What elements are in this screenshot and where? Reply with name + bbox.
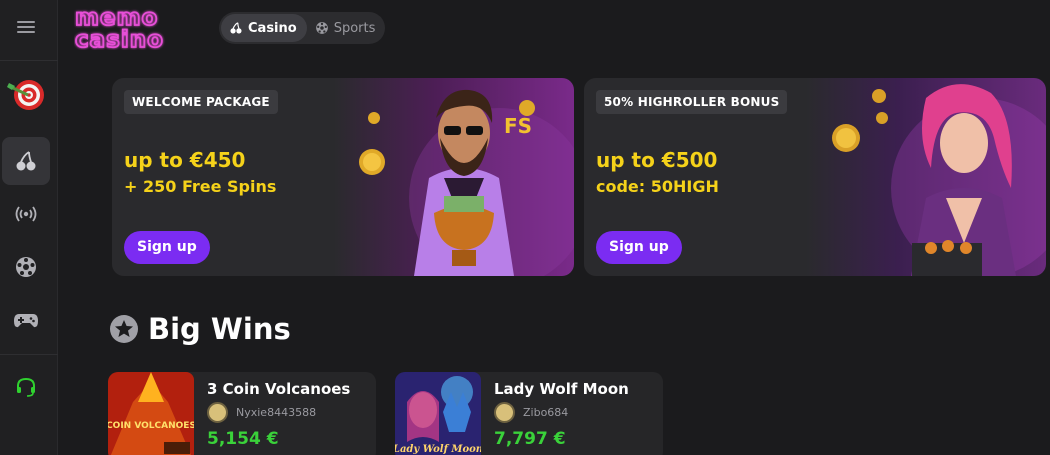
soccer-ball-icon <box>16 257 36 277</box>
promo-headline: up to €450 <box>124 148 246 172</box>
big-wins-title: Big Wins <box>148 312 291 346</box>
app-root: memo casino Casino Sports FS WELCOME PAC… <box>0 0 1050 455</box>
sidebar-item-games[interactable] <box>2 296 50 344</box>
tab-sports[interactable]: Sports <box>307 14 386 42</box>
winner-info: Nyxie8443588 <box>207 402 316 423</box>
game-thumb-text: Lady Wolf Moon <box>395 444 481 455</box>
winner-username: Zibo684 <box>523 406 569 419</box>
winner-info: Zibo684 <box>494 402 568 423</box>
winner-username: Nyxie8443588 <box>236 406 317 419</box>
top-nav-switch: Casino Sports <box>219 12 385 44</box>
game-thumbnail: COIN VOLCANOES <box>108 372 194 455</box>
avatar <box>494 402 515 423</box>
promo-headline: up to €500 <box>596 148 718 172</box>
sidebar-item-support[interactable] <box>2 363 50 411</box>
promo-art-man-trophy: FS <box>344 78 574 276</box>
sidebar-item-casino[interactable] <box>2 137 50 185</box>
sidebar <box>0 0 58 455</box>
promo-banner-welcome[interactable]: FS WELCOME PACKAGE up to €450 + 250 Free… <box>112 78 574 276</box>
sidebar-item-sports[interactable] <box>2 243 50 291</box>
game-name: 3 Coin Volcanoes <box>207 380 351 398</box>
star-icon <box>110 315 138 343</box>
logo-text-line2: casino <box>75 27 164 50</box>
promo-badge: 50% HIGHROLLER BONUS <box>596 90 788 114</box>
site-logo[interactable]: memo casino <box>74 4 194 54</box>
cherries-icon <box>230 22 242 34</box>
big-win-card[interactable]: COIN VOLCANOES 3 Coin Volcanoes Nyxie844… <box>108 372 376 455</box>
tab-casino-label: Casino <box>248 20 297 36</box>
game-name: Lady Wolf Moon <box>494 380 629 398</box>
sidebar-item-live[interactable] <box>2 190 50 238</box>
sidebar-divider <box>0 354 58 355</box>
dartboard-icon <box>7 80 44 110</box>
win-amount: 7,797 € <box>494 429 566 449</box>
signup-button[interactable]: Sign up <box>596 231 682 264</box>
soccer-ball-icon <box>315 22 328 34</box>
sidebar-item-promotions[interactable] <box>2 70 50 118</box>
big-wins-heading: Big Wins <box>110 312 291 346</box>
promo-badge: WELCOME PACKAGE <box>124 90 278 114</box>
live-broadcast-icon <box>15 206 37 222</box>
tab-sports-label: Sports <box>333 20 376 36</box>
game-thumb-text: COIN VOLCANOES <box>108 421 194 431</box>
game-thumbnail: Lady Wolf Moon <box>395 372 481 455</box>
menu-toggle-button[interactable] <box>2 3 50 51</box>
promo-subline: + 250 Free Spins <box>124 177 277 196</box>
sidebar-divider <box>0 60 58 61</box>
avatar <box>207 402 228 423</box>
support-headset-icon <box>17 377 35 397</box>
menu-icon <box>17 21 35 33</box>
cherries-icon <box>16 151 36 171</box>
win-amount: 5,154 € <box>207 429 279 449</box>
gamepad-icon <box>14 314 38 328</box>
promo-subline: code: 50HIGH <box>596 177 719 196</box>
promo-banner-highroller[interactable]: 50% HIGHROLLER BONUS up to €500 code: 50… <box>584 78 1046 276</box>
signup-button[interactable]: Sign up <box>124 231 210 264</box>
promo-art-woman-chest <box>816 78 1046 276</box>
tab-casino[interactable]: Casino <box>221 14 307 42</box>
big-win-card[interactable]: Lady Wolf Moon Lady Wolf Moon Zibo684 7,… <box>395 372 663 455</box>
svg-text:FS: FS <box>504 114 532 138</box>
